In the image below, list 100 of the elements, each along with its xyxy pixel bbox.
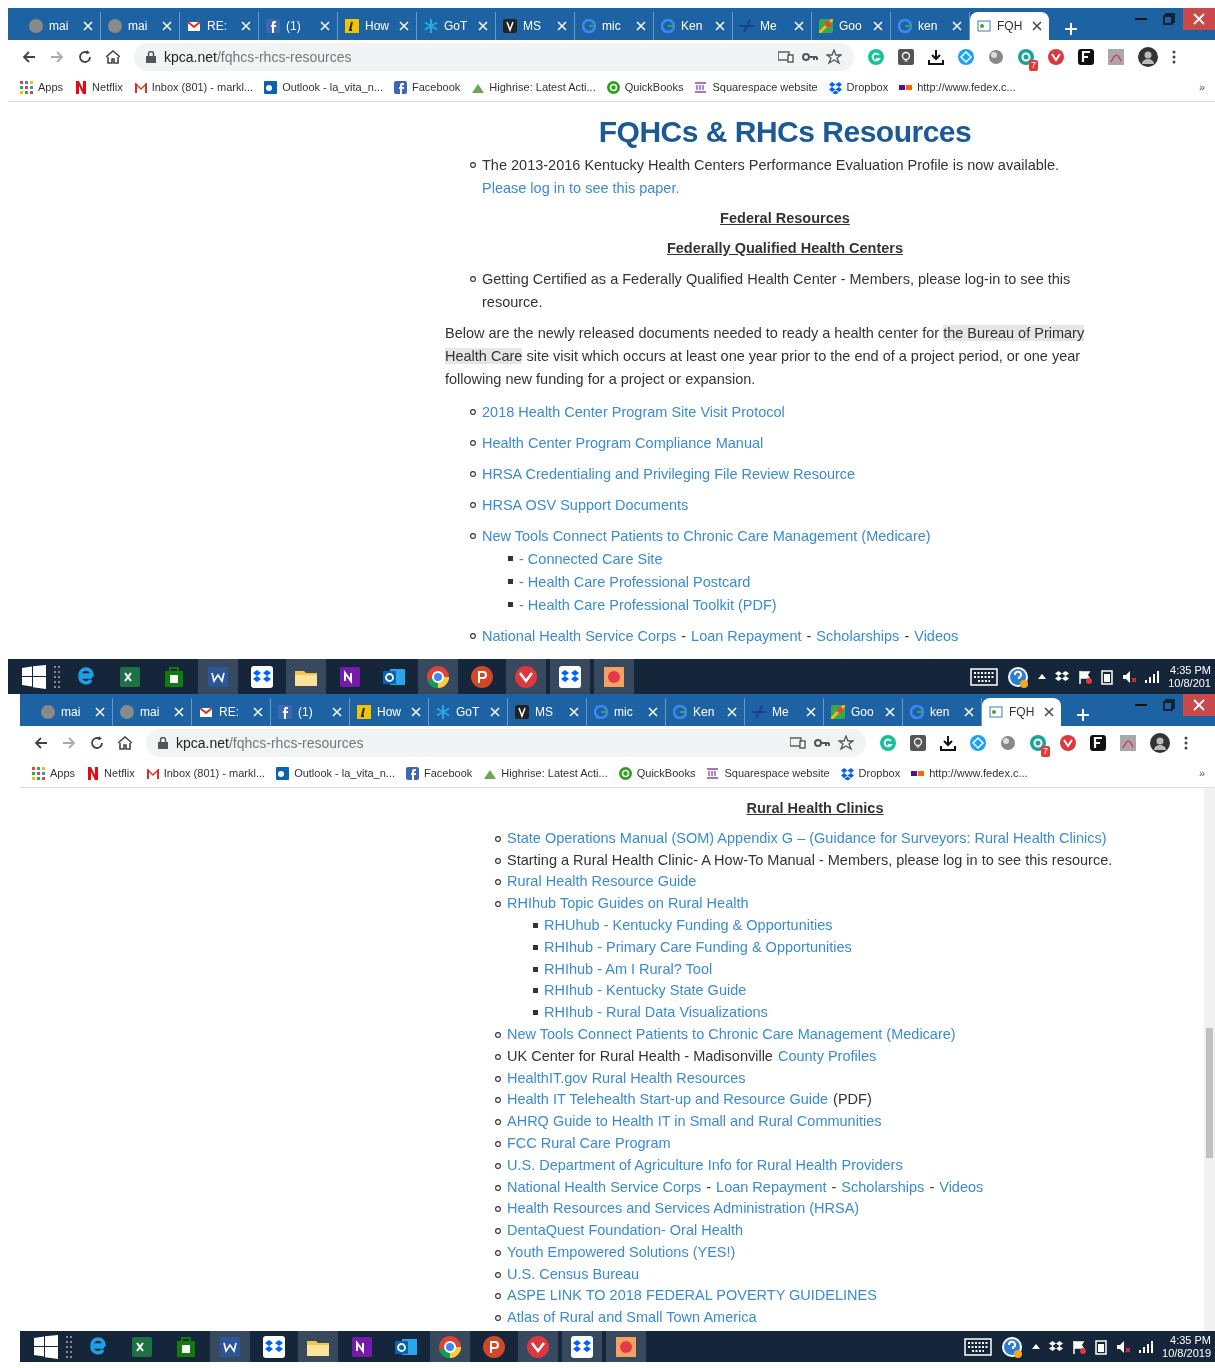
resource-link[interactable]: ASPE LINK TO 2018 FEDERAL POVERTY GUIDELINES: [507, 1285, 877, 1308]
resource-link[interactable]: Scholarships: [841, 1176, 925, 1199]
resource-link[interactable]: RHIhub - Rural Data Visualizations: [544, 1002, 768, 1024]
resource-link[interactable]: New Tools Connect Patients to Chronic Care Management (Medicare): [507, 1023, 956, 1046]
resource-link[interactable]: 2018 Health Center Program Site Visit Protocol: [482, 400, 785, 424]
resource-link[interactable]: New Tools Connect Patients to Chronic Care Management (Medicare): [482, 524, 931, 548]
browser-tab[interactable]: RE:: [192, 698, 271, 726]
reload-icon[interactable]: [78, 50, 92, 64]
bookmark-link[interactable]: Inbox (801) - markl...: [133, 79, 254, 96]
more-bookmarks-button[interactable]: »: [1198, 765, 1205, 782]
f-square-icon[interactable]: [1078, 49, 1094, 65]
browser-tab[interactable]: MS: [496, 12, 575, 40]
resource-link[interactable]: - Health Care Professional Toolkit (PDF): [519, 593, 777, 617]
caret-up-icon[interactable]: [1032, 1344, 1041, 1349]
address-bar[interactable]: kpca.net/fqhcs-rhcs-resources: [146, 729, 866, 757]
browser-tab[interactable]: FQH: [982, 698, 1061, 726]
resource-link[interactable]: Please log in to see this paper.: [482, 177, 680, 200]
caret-up-icon[interactable]: [1038, 674, 1047, 679]
close-icon[interactable]: [1044, 707, 1054, 717]
resource-link[interactable]: State Operations Manual (SOM) Appendix G – (Guidance for Surveyors: Rural Health Clinics): [507, 827, 1107, 850]
bookmark-link[interactable]: http://www.fedex.c...: [911, 765, 1028, 782]
flag-icon[interactable]: [1072, 1339, 1087, 1354]
devices-icon[interactable]: [778, 51, 794, 63]
taskbar-app-button[interactable]: [518, 1331, 558, 1362]
browser-tab[interactable]: Ken: [666, 698, 745, 726]
scrollbar[interactable]: [1204, 788, 1215, 1331]
taskbar-app-button[interactable]: [562, 1331, 602, 1362]
browser-tab[interactable]: ken: [903, 698, 982, 726]
help-icon[interactable]: [1001, 1335, 1024, 1358]
browser-tab[interactable]: ken: [891, 12, 970, 40]
resource-link[interactable]: HRSA OSV Support Documents: [482, 493, 689, 517]
browser-tab[interactable]: mai: [22, 12, 101, 40]
bookmark-link[interactable]: QuickBooks: [618, 765, 696, 782]
resource-link[interactable]: - Connected Care Site: [519, 547, 663, 571]
taskbar-app-button[interactable]: [286, 659, 326, 694]
close-icon[interactable]: [1032, 21, 1042, 31]
browser-tab[interactable]: FQH: [970, 12, 1049, 40]
battery-icon[interactable]: [1101, 668, 1114, 685]
browser-tab[interactable]: How: [350, 698, 429, 726]
bookmark-link[interactable]: Outlook - la_vita_n...: [276, 765, 395, 782]
download-icon[interactable]: [940, 735, 956, 751]
taskbar-app-button[interactable]: [198, 659, 238, 694]
resource-link[interactable]: Scholarships: [816, 624, 900, 648]
resource-link[interactable]: Health Resources and Services Administration (HRSA): [507, 1198, 860, 1221]
browser-tab[interactable]: Goo: [824, 698, 903, 726]
back-icon[interactable]: [34, 736, 48, 750]
task-view-icon[interactable]: [66, 1335, 74, 1358]
bookmark-link[interactable]: Dropbox: [828, 79, 889, 96]
address-bar[interactable]: kpca.net/fqhcs-rhcs-resources: [134, 43, 854, 71]
browser-tab[interactable]: Ken: [654, 12, 733, 40]
download-icon[interactable]: [928, 49, 944, 65]
bulb-icon[interactable]: [910, 735, 926, 751]
browser-tab[interactable]: MS: [508, 698, 587, 726]
star-icon[interactable]: [838, 735, 854, 751]
resource-link[interactable]: National Health Service Corps: [507, 1176, 702, 1199]
diamond-icon[interactable]: [958, 49, 974, 65]
back-icon[interactable]: [22, 50, 36, 64]
resource-link[interactable]: Atlas of Rural and Small Town America: [507, 1307, 757, 1330]
browser-tab[interactable]: mic: [575, 12, 654, 40]
bookmark-link[interactable]: Netflix: [86, 765, 135, 782]
key-icon[interactable]: [802, 52, 818, 62]
browser-tab[interactable]: mai: [34, 698, 113, 726]
browser-tab[interactable]: Me: [733, 12, 812, 40]
f-square-icon[interactable]: [1090, 735, 1106, 751]
resource-link[interactable]: Youth Empowered Solutions (YES!): [507, 1241, 736, 1264]
taskbar-app-button[interactable]: [418, 659, 458, 694]
star-icon[interactable]: [826, 49, 842, 65]
battery-icon[interactable]: [1095, 1338, 1108, 1355]
keyboard-icon[interactable]: [964, 1337, 993, 1356]
resource-link[interactable]: Health Center Program Compliance Manual: [482, 431, 764, 455]
bookmark-link[interactable]: Apps: [32, 765, 76, 782]
bookmark-link[interactable]: Squarespace website: [706, 765, 830, 782]
resource-link[interactable]: Loan Repayment: [691, 624, 802, 648]
resource-link[interactable]: Loan Repayment: [716, 1176, 827, 1199]
avatar-icon[interactable]: [1150, 733, 1170, 753]
more-bookmarks-button[interactable]: »: [1198, 79, 1205, 96]
browser-tab[interactable]: RE:: [180, 12, 259, 40]
close-button[interactable]: [1183, 694, 1215, 716]
resource-link[interactable]: RHIhub Topic Guides on Rural Health: [507, 893, 749, 915]
resource-link[interactable]: AHRQ Guide to Health IT in Small and Rural Communities: [507, 1111, 882, 1133]
resource-link[interactable]: Videos: [914, 624, 959, 648]
resource-link[interactable]: National Health Service Corps: [482, 624, 677, 648]
browser-tab[interactable]: How: [338, 12, 417, 40]
ev-circle-icon[interactable]: [1060, 735, 1076, 751]
resource-link[interactable]: FCC Rural Care Program: [507, 1132, 671, 1155]
bookmark-link[interactable]: Facebook: [394, 79, 461, 96]
resource-link[interactable]: Videos: [939, 1176, 984, 1199]
ev-circle-icon[interactable]: [1048, 49, 1064, 65]
avatar-icon[interactable]: [1138, 47, 1158, 67]
bookmark-link[interactable]: Highrise: Latest Acti...: [471, 79, 596, 96]
browser-tab[interactable]: Goo: [812, 12, 891, 40]
close-button[interactable]: [1183, 8, 1215, 30]
resource-link[interactable]: County Profiles: [777, 1045, 877, 1068]
sphere-icon[interactable]: [988, 49, 1004, 65]
browser-tab[interactable]: Me: [745, 698, 824, 726]
signal-icon[interactable]: [1139, 1340, 1154, 1353]
bookmark-link[interactable]: Highrise: Latest Acti...: [483, 765, 608, 782]
bookmark-link[interactable]: Facebook: [406, 765, 473, 782]
resource-link[interactable]: HRSA Credentialing and Privileging File Review Resource: [482, 462, 856, 486]
taskbar-app-button[interactable]: [430, 1331, 470, 1362]
